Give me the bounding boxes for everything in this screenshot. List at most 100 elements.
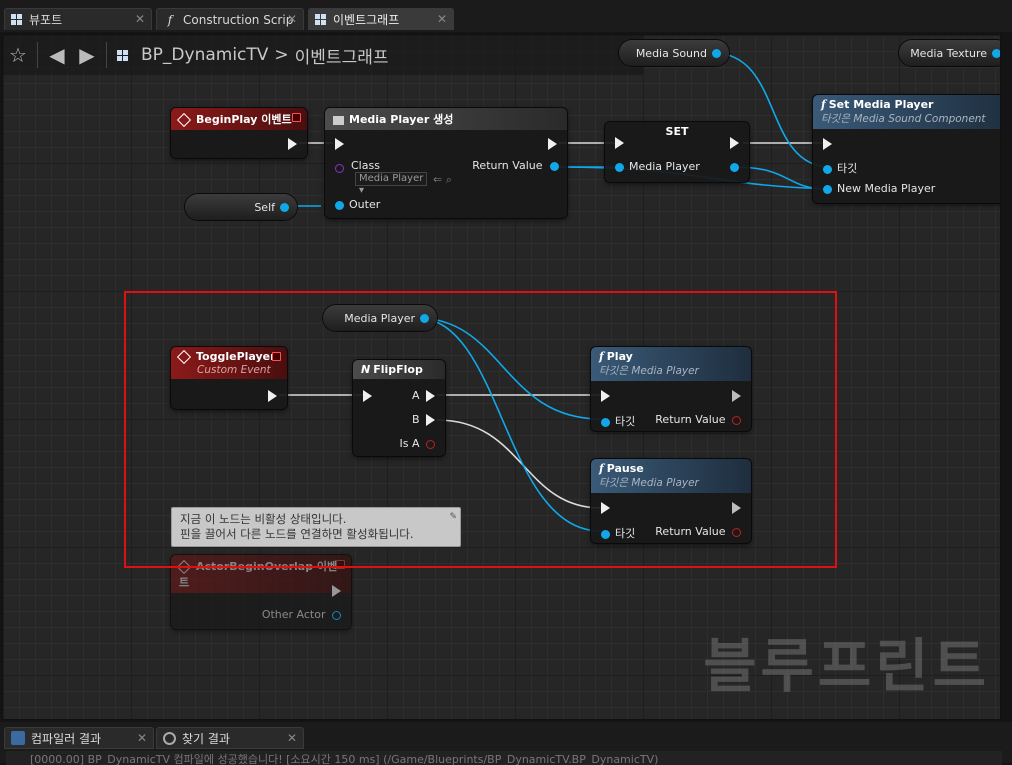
node-title: BeginPlay 이벤트 bbox=[196, 113, 292, 126]
pin-label: Outer bbox=[349, 198, 381, 211]
return-value-pin[interactable]: Return Value bbox=[655, 413, 741, 426]
exec-input-pin[interactable] bbox=[601, 389, 610, 402]
macro-icon: N bbox=[361, 363, 371, 376]
create-media-player-node[interactable]: Media Player 생성 Class Media Player ▾ ⇐ ⌕… bbox=[325, 108, 567, 218]
exec-output-pin[interactable] bbox=[288, 137, 297, 150]
search-icon bbox=[163, 731, 176, 745]
forward-arrow-icon[interactable]: ▶ bbox=[72, 40, 102, 70]
exec-output-pin[interactable] bbox=[268, 389, 277, 402]
node-title: SET bbox=[665, 125, 689, 138]
node-title: Pause bbox=[606, 462, 644, 475]
toggle-player-custom-event-node[interactable]: TogglePlayer Custom Event bbox=[171, 347, 287, 409]
output-pin[interactable] bbox=[280, 202, 289, 212]
media-texture-variable-node[interactable]: Media Texture bbox=[899, 40, 1000, 66]
return-value-pin[interactable]: Return Value bbox=[655, 525, 741, 538]
is-a-output-pin[interactable]: Is A bbox=[400, 437, 435, 450]
breadcrumb-blueprint[interactable]: BP_DynamicTV bbox=[141, 45, 268, 65]
function-icon: f bbox=[821, 98, 826, 111]
exec-input-pin[interactable] bbox=[823, 137, 832, 150]
close-icon[interactable]: ✕ bbox=[135, 12, 145, 26]
delegate-pin-icon[interactable] bbox=[272, 352, 281, 361]
blueprint-watermark: 블루프린트 bbox=[703, 632, 990, 700]
class-pin-label: Class bbox=[351, 159, 380, 172]
tab-event-graph[interactable]: 이벤트그래프 ✕ bbox=[308, 8, 454, 30]
tab-label: 이벤트그래프 bbox=[333, 13, 400, 27]
exec-output-pin[interactable] bbox=[732, 501, 741, 514]
target-pin[interactable]: 타깃 bbox=[601, 525, 635, 541]
pin-label: A bbox=[411, 389, 420, 402]
target-pin[interactable]: 타깃 bbox=[823, 160, 857, 176]
event-graph-canvas[interactable]: ☆ ◀ ▶ BP_DynamicTV > 이벤트그래프 Media Sound … bbox=[2, 34, 1001, 720]
tab-find-results[interactable]: 찾기 결과 ✕ bbox=[156, 727, 304, 749]
divider bbox=[106, 42, 107, 68]
output-pin[interactable] bbox=[992, 48, 1000, 58]
back-arrow-icon[interactable]: ◀ bbox=[42, 40, 72, 70]
close-icon[interactable]: ✕ bbox=[437, 12, 447, 26]
function-icon: f bbox=[167, 12, 173, 27]
return-value-pin[interactable]: Return Value bbox=[472, 159, 559, 172]
variable-label: Media Player bbox=[344, 311, 415, 325]
set-media-player-node[interactable]: f Set Media Player 타깃은 Media Sound Compone… bbox=[813, 95, 1000, 203]
class-select[interactable]: Media Player ▾ bbox=[355, 172, 427, 196]
begin-play-event-node[interactable]: BeginPlay 이벤트 bbox=[171, 108, 307, 158]
close-icon[interactable]: ✕ bbox=[137, 731, 147, 745]
delegate-pin-icon[interactable] bbox=[336, 560, 345, 569]
a-output-pin[interactable]: A bbox=[412, 389, 435, 402]
exec-output-pin[interactable] bbox=[732, 389, 741, 402]
star-icon[interactable]: ☆ bbox=[3, 40, 33, 70]
media-player-variable-node[interactable]: Media Player bbox=[323, 305, 437, 331]
pin-icon[interactable]: ✎ bbox=[449, 510, 457, 525]
close-icon[interactable]: ✕ bbox=[287, 12, 297, 26]
b-output-pin[interactable]: B bbox=[412, 413, 435, 426]
media-sound-variable-node[interactable]: Media Sound bbox=[619, 40, 729, 66]
node-title: Media Player 생성 bbox=[349, 113, 454, 126]
event-icon bbox=[176, 559, 192, 575]
target-pin[interactable]: 타깃 bbox=[601, 413, 635, 429]
pause-node[interactable]: f Pause 타깃은 Media Player 타깃 Return Value bbox=[591, 459, 751, 543]
exec-output-pin[interactable] bbox=[548, 137, 557, 150]
output-pin[interactable] bbox=[420, 313, 429, 323]
exec-output-pin[interactable] bbox=[332, 584, 341, 597]
construct-icon bbox=[333, 115, 344, 125]
function-icon: f bbox=[599, 350, 604, 363]
node-title: Play bbox=[606, 350, 633, 363]
output-pin[interactable] bbox=[712, 48, 721, 58]
tooltip-line: 지금 이 노드는 비활성 상태입니다. bbox=[180, 512, 347, 526]
tab-construction-script[interactable]: f Construction Scrip ✕ bbox=[156, 8, 304, 30]
pin-label: Return Value bbox=[655, 525, 726, 538]
delegate-pin-icon[interactable] bbox=[292, 113, 301, 122]
media-player-output-pin[interactable] bbox=[730, 160, 739, 173]
tab-viewport[interactable]: 뷰포트 ✕ bbox=[4, 8, 152, 30]
exec-input-pin[interactable] bbox=[601, 501, 610, 514]
exec-output-pin[interactable] bbox=[730, 136, 739, 149]
node-header: f Pause 타깃은 Media Player bbox=[591, 459, 751, 493]
tab-label: Construction Scrip bbox=[183, 12, 294, 27]
tab-compiler-results[interactable]: 컴파일러 결과 ✕ bbox=[4, 727, 154, 749]
new-media-player-pin[interactable]: New Media Player bbox=[823, 182, 935, 195]
exec-input-pin[interactable] bbox=[335, 137, 344, 150]
variable-label: Media Sound bbox=[635, 46, 707, 60]
flipflop-node[interactable]: N FlipFlop A B Is A bbox=[353, 360, 445, 456]
self-label: Self bbox=[254, 200, 275, 214]
exec-input-pin[interactable] bbox=[363, 389, 372, 402]
close-icon[interactable]: ✕ bbox=[287, 731, 297, 745]
outer-pin[interactable]: Outer bbox=[335, 198, 380, 211]
set-variable-node[interactable]: SET Media Player bbox=[605, 122, 749, 182]
breadcrumb-graph[interactable]: 이벤트그래프 bbox=[295, 43, 389, 68]
document-tab-bar: 뷰포트 ✕ f Construction Scrip ✕ 이벤트그래프 ✕ bbox=[0, 0, 1012, 32]
class-pin[interactable] bbox=[335, 161, 352, 174]
node-header: ActorBeginOverlap 이벤트 bbox=[171, 555, 351, 593]
pin-label: Other Actor bbox=[261, 608, 326, 621]
node-header: SET bbox=[605, 122, 749, 141]
play-node[interactable]: f Play 타깃은 Media Player 타깃 Return Value bbox=[591, 347, 751, 431]
breadcrumb-separator: > bbox=[274, 45, 289, 65]
media-player-input-pin[interactable]: Media Player bbox=[615, 160, 700, 173]
actor-begin-overlap-event-node[interactable]: ActorBeginOverlap 이벤트 Other Actor bbox=[171, 555, 351, 629]
node-header: f Set Media Player 타깃은 Media Sound Compone… bbox=[813, 95, 1000, 129]
self-node[interactable]: Self bbox=[185, 194, 297, 220]
browse-icon[interactable]: ⇐ ⌕ bbox=[433, 173, 452, 187]
node-subtitle: Custom Event bbox=[197, 364, 271, 376]
exec-input-pin[interactable] bbox=[615, 136, 624, 149]
other-actor-pin[interactable]: Other Actor bbox=[262, 608, 341, 621]
pin-label: New Media Player bbox=[837, 182, 936, 195]
